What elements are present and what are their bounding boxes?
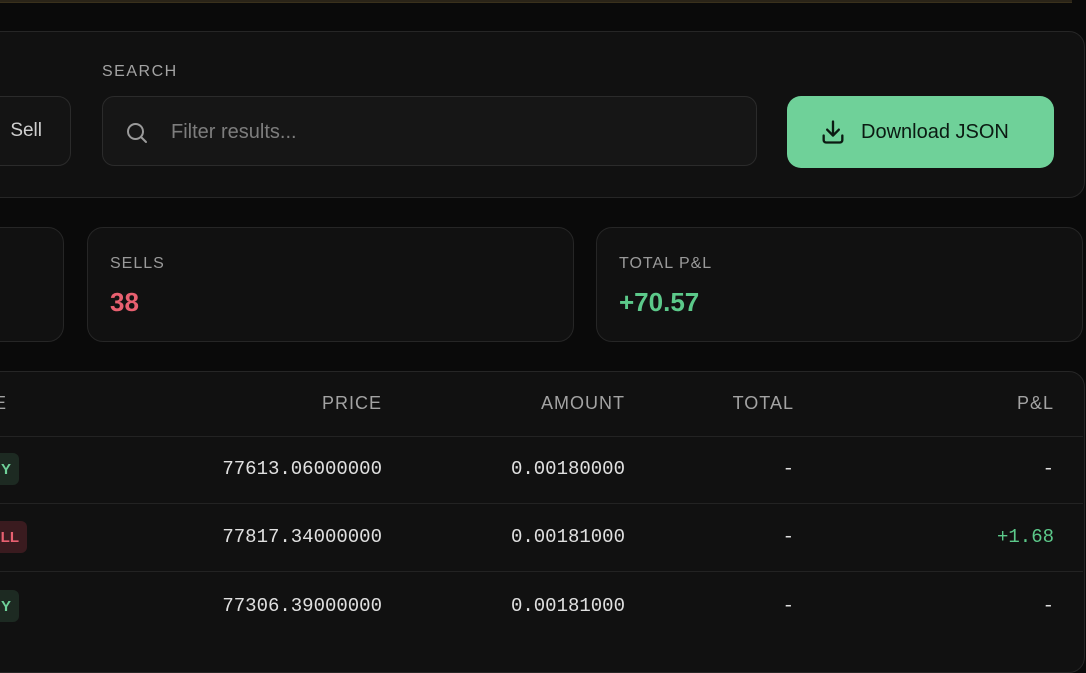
amount-cell: 0.00181000 (510, 595, 625, 617)
pnl-cell: - (1042, 595, 1054, 617)
search-field[interactable] (102, 96, 757, 167)
table-header-divider (0, 436, 1083, 437)
sells-value: 38 (110, 287, 139, 317)
pnl-cell: - (1042, 458, 1054, 480)
total-cell: - (782, 595, 794, 617)
search-label: SEARCH (102, 63, 178, 80)
download-json-button[interactable]: Download JSON (787, 96, 1054, 168)
stat-card-total-pnl: TOTAL P&L +70.57 (596, 227, 1083, 342)
column-header-pnl[interactable]: P&L (960, 393, 1054, 414)
side-badge-buy: Y (0, 590, 19, 622)
total-cell: - (782, 526, 794, 548)
total-cell: - (782, 458, 794, 480)
sells-label: SELLS (110, 255, 165, 272)
side-filter-sell-label: Sell (10, 120, 42, 141)
download-icon (822, 120, 844, 144)
column-header-total[interactable]: TOTAL (680, 393, 794, 414)
top-border-line (0, 0, 1072, 3)
column-header-side[interactable]: E (0, 393, 7, 414)
side-badge-buy: Y (0, 453, 19, 485)
amount-cell: 0.00181000 (510, 526, 625, 548)
total-pnl-value: +70.57 (619, 287, 700, 317)
trades-table (0, 371, 1085, 673)
download-json-label: Download JSON (861, 120, 1009, 143)
price-cell: 77817.34000000 (222, 526, 382, 548)
price-cell: 77613.06000000 (222, 458, 382, 480)
side-badge-sell: LL (0, 521, 27, 553)
search-input[interactable] (169, 97, 733, 167)
search-icon (127, 123, 147, 143)
amount-cell: 0.00180000 (510, 458, 625, 480)
side-filter-sell-option[interactable]: Sell (0, 96, 71, 166)
column-header-price[interactable]: PRICE (230, 393, 382, 414)
row-divider (0, 571, 1083, 572)
stat-card-partial (0, 227, 64, 342)
total-pnl-label: TOTAL P&L (619, 255, 713, 272)
column-header-amount[interactable]: AMOUNT (470, 393, 625, 414)
row-divider (0, 503, 1083, 504)
stat-card-sells: SELLS 38 (87, 227, 574, 342)
pnl-cell: +1.68 (996, 526, 1054, 548)
price-cell: 77306.39000000 (222, 595, 382, 617)
